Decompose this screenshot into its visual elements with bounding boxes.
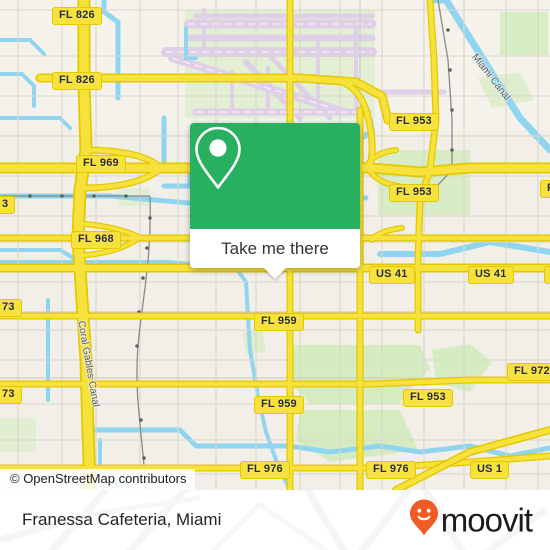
road-shield: F: [540, 180, 550, 198]
road-shield: 3: [0, 196, 16, 214]
road-shield: FL 826: [52, 7, 102, 25]
road-shield: 73: [0, 386, 22, 404]
road-shield: FL 969: [76, 155, 126, 173]
moovit-wordmark: moovit: [440, 501, 533, 539]
road-shield: FL 826: [52, 72, 102, 90]
road-shield: FL 953: [389, 113, 439, 131]
road-shield: FL 972: [507, 363, 550, 381]
road-shield: 73: [0, 299, 22, 317]
road-shield: FL 976: [366, 461, 416, 479]
map-canvas[interactable]: FL 826 FL 826 FL 969 FL 968 3 73 73 FL 953 FL 95…: [0, 0, 550, 490]
osm-attribution[interactable]: © OpenStreetMap contributors: [0, 469, 195, 490]
footer-bar: Franessa Cafeteria, Miami moovit: [0, 490, 550, 550]
popup-pointer: [264, 268, 286, 279]
moovit-pin-smile-icon: [409, 499, 439, 542]
take-me-there-button[interactable]: Take me there: [221, 240, 329, 257]
place-popup-card[interactable]: Take me there: [190, 123, 360, 279]
road-shield: FL 968: [71, 231, 121, 249]
popup-icon-area: [190, 123, 360, 229]
road-shield: 1: [544, 266, 550, 284]
road-shield: US 1: [470, 461, 510, 479]
moovit-place-card: FL 826 FL 826 FL 969 FL 968 3 73 73 FL 953 FL 95…: [0, 0, 550, 550]
road-shield: US 41: [468, 266, 514, 284]
road-shield: US 41: [369, 266, 415, 284]
road-shield: FL 976: [240, 461, 290, 479]
road-shield: FL 959: [254, 313, 304, 331]
road-shield: FL 953: [389, 184, 439, 202]
popup-action-area[interactable]: Take me there: [190, 229, 360, 279]
moovit-logo[interactable]: moovit: [409, 499, 533, 542]
road-shield: FL 959: [254, 396, 304, 414]
road-shield: FL 953: [403, 389, 453, 407]
place-title: Franessa Cafeteria, Miami: [22, 510, 222, 529]
